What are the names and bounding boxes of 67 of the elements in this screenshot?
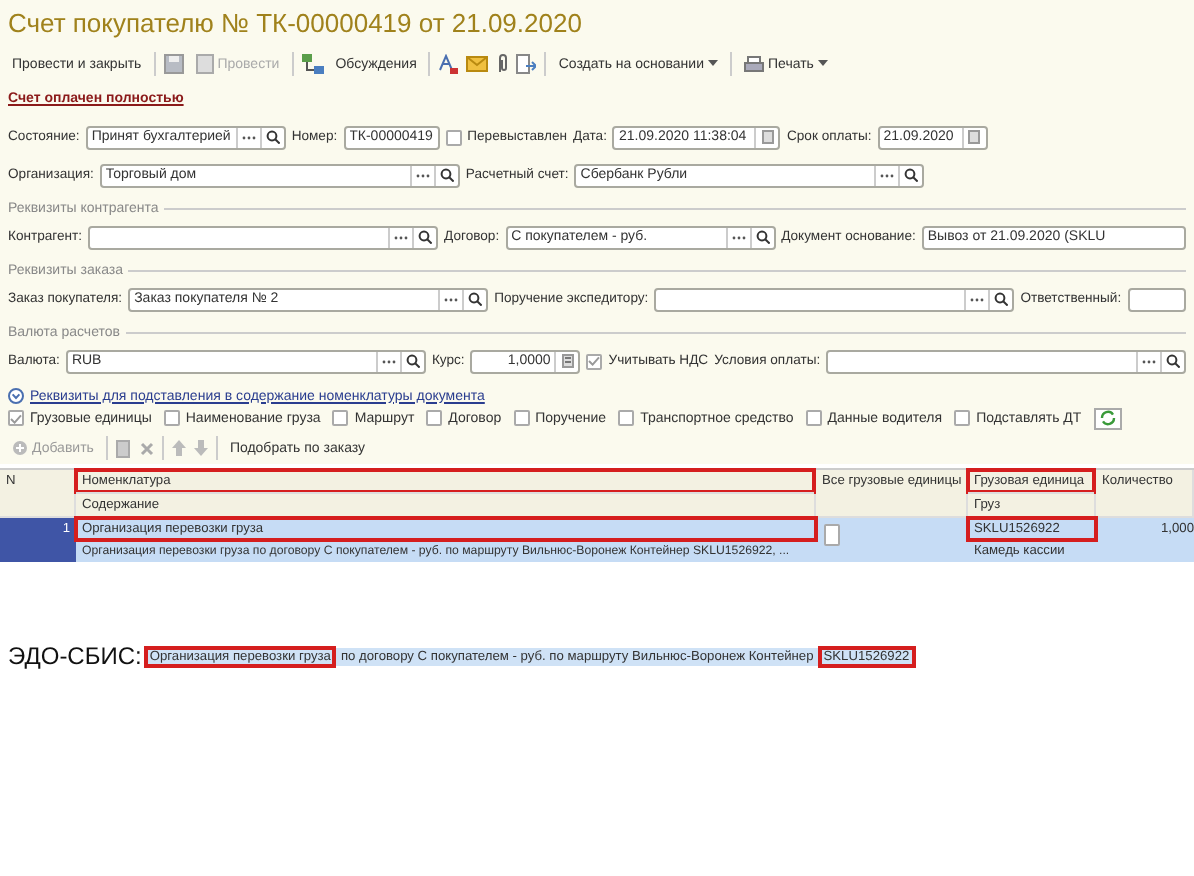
input-field[interactable] xyxy=(826,349,1186,373)
search-button[interactable] xyxy=(1160,351,1184,371)
calculator-button[interactable] xyxy=(554,351,579,371)
printer-icon xyxy=(744,55,764,73)
checkbox[interactable] xyxy=(954,410,971,426)
calendar-icon xyxy=(968,130,981,144)
select-button[interactable] xyxy=(388,227,413,247)
search-button[interactable] xyxy=(988,289,1013,309)
select-button[interactable] xyxy=(409,165,434,185)
window-title: Счет покупателю № ТК-00000419 от 21.09.2020 xyxy=(8,6,584,42)
search-icon xyxy=(904,168,919,182)
calendar-button[interactable] xyxy=(754,127,779,147)
caret-icon xyxy=(817,60,828,68)
checkbox[interactable] xyxy=(332,410,349,426)
select-button[interactable] xyxy=(438,289,463,309)
plus-circle-icon xyxy=(12,440,28,456)
delete-icon[interactable] xyxy=(139,441,154,455)
search-button[interactable] xyxy=(412,227,437,247)
refresh-button[interactable] xyxy=(1093,407,1122,429)
checkbox[interactable] xyxy=(805,410,822,426)
search-button[interactable] xyxy=(433,165,458,185)
search-icon xyxy=(755,230,770,244)
input-field[interactable] xyxy=(88,225,439,249)
caret-icon xyxy=(708,60,718,68)
search-button[interactable] xyxy=(898,165,923,185)
select-button[interactable] xyxy=(235,127,260,147)
search-icon xyxy=(468,292,483,306)
checkbox[interactable] xyxy=(618,410,635,426)
search-button[interactable] xyxy=(259,127,284,147)
select-button[interactable] xyxy=(874,165,899,185)
search-icon xyxy=(405,354,420,368)
checkbox[interactable] xyxy=(8,410,24,426)
select-button[interactable] xyxy=(725,227,750,247)
refresh-icon xyxy=(1099,410,1116,426)
search-icon xyxy=(994,292,1009,306)
input-field[interactable] xyxy=(654,287,1015,311)
structure-icon[interactable] xyxy=(301,54,324,74)
save-icon[interactable] xyxy=(163,54,184,74)
search-icon xyxy=(265,130,280,144)
search-button[interactable] xyxy=(749,227,774,247)
checkbox[interactable] xyxy=(586,353,603,369)
search-icon xyxy=(418,230,433,244)
checkmark-icon xyxy=(588,356,601,366)
search-button[interactable] xyxy=(462,289,487,309)
checkbox[interactable] xyxy=(426,410,443,426)
select-button[interactable] xyxy=(375,351,400,371)
checkbox[interactable] xyxy=(513,410,530,426)
calculator-icon xyxy=(561,354,574,368)
document-icon xyxy=(195,54,214,74)
spelling-icon[interactable] xyxy=(438,54,459,74)
checkmark-icon xyxy=(10,413,22,423)
collapse-circle-icon[interactable] xyxy=(8,388,24,404)
select-button[interactable] xyxy=(964,289,989,309)
calendar-button[interactable] xyxy=(961,127,986,147)
checkbox[interactable] xyxy=(163,410,180,426)
checkbox[interactable] xyxy=(824,524,840,546)
checkbox[interactable] xyxy=(445,129,462,145)
input-field[interactable] xyxy=(1127,287,1186,311)
edo-label: ЭДО-СБИС: xyxy=(8,642,142,670)
envelope-icon[interactable] xyxy=(466,56,489,72)
select-button[interactable] xyxy=(1136,351,1160,371)
calendar-icon xyxy=(761,130,774,144)
search-icon xyxy=(1166,354,1180,368)
paperclip-icon[interactable] xyxy=(496,54,509,74)
copy-icon[interactable] xyxy=(115,439,132,457)
search-icon xyxy=(439,168,454,182)
search-button[interactable] xyxy=(399,351,424,371)
